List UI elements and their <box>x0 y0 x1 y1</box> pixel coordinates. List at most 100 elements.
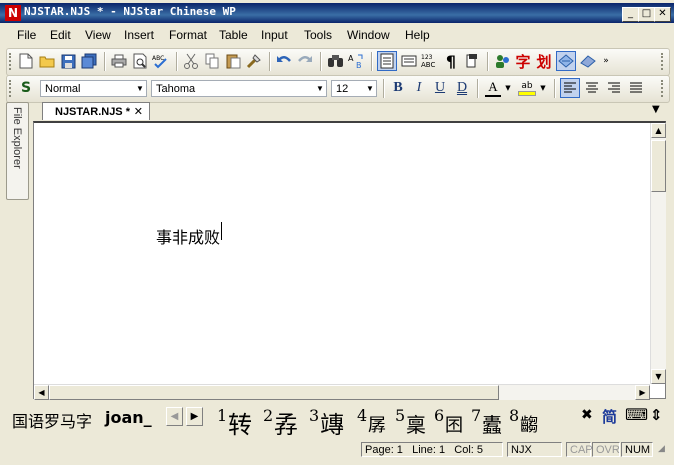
align-right-icon[interactable] <box>605 79 623 97</box>
caps-status: CAP <box>566 442 593 457</box>
style-select[interactable]: Normal ▼ <box>40 80 147 97</box>
maximize-button[interactable]: □ <box>638 7 655 22</box>
menu-format[interactable]: Format <box>169 28 207 42</box>
undo-icon[interactable] <box>275 52 293 70</box>
tab-njstar-njs[interactable]: NJSTAR.NJS * ✕ <box>42 102 150 120</box>
redo-icon[interactable] <box>296 52 314 70</box>
character-icon[interactable]: 字 <box>514 52 532 71</box>
app-icon[interactable]: N <box>5 5 21 21</box>
menu-input[interactable]: Input <box>261 28 288 42</box>
menu-file[interactable]: File <box>17 28 36 42</box>
paragraph-marks-icon[interactable]: ¶ <box>442 52 460 71</box>
menu-view[interactable]: View <box>85 28 111 42</box>
tab-list-dropdown-icon[interactable]: ▼ <box>652 104 660 115</box>
toolbar-grip[interactable] <box>9 53 14 70</box>
normal-view-icon[interactable] <box>400 52 418 70</box>
format-toolbar-grip-right[interactable] <box>661 80 666 97</box>
menu-insert[interactable]: Insert <box>124 28 154 42</box>
candidate-char: 囨 <box>445 415 463 436</box>
copy-icon[interactable] <box>203 52 221 70</box>
outline-view-icon[interactable] <box>463 52 481 70</box>
scroll-down-icon[interactable]: ▼ <box>651 369 666 384</box>
resize-grip-icon[interactable]: ◢ <box>658 444 670 456</box>
candidate-number: 2 <box>263 406 274 425</box>
eraser-icon[interactable] <box>579 52 597 70</box>
ime-close-icon[interactable]: ✖ <box>581 407 593 423</box>
stroke-icon[interactable]: 划 <box>535 52 553 71</box>
find-binoculars-icon[interactable] <box>326 52 344 70</box>
print-preview-icon[interactable] <box>131 52 149 70</box>
menu-edit[interactable]: Edit <box>50 28 71 42</box>
candidate-number: 4 <box>357 406 368 425</box>
pinyin-input[interactable]: joan_ <box>105 408 152 427</box>
new-document-icon[interactable] <box>17 52 35 70</box>
chevron-down-icon[interactable]: ▼ <box>134 81 146 96</box>
candidate-char: 齺 <box>520 415 538 436</box>
close-button[interactable]: ✕ <box>654 7 671 22</box>
candidate-next-icon[interactable]: ▶ <box>186 407 203 426</box>
document-editor[interactable]: 事非成败 <box>33 121 666 399</box>
align-center-icon[interactable] <box>583 79 601 97</box>
format-painter-icon[interactable] <box>245 52 263 70</box>
menu-table[interactable]: Table <box>219 28 248 42</box>
code-view-icon[interactable]: 123 ABC <box>421 52 439 70</box>
page-view-icon[interactable] <box>377 51 397 71</box>
cut-icon[interactable] <box>182 52 200 70</box>
document-tab-bar: NJSTAR.NJS * ✕ ▼ <box>32 101 668 121</box>
ime-toggle-icon[interactable]: ⇕ <box>650 406 663 424</box>
contacts-icon[interactable] <box>493 52 511 70</box>
replace-icon[interactable]: AB <box>347 52 365 70</box>
chevron-down-icon[interactable]: ▼ <box>364 81 376 96</box>
close-icon[interactable]: ✕ <box>134 103 143 121</box>
input-method-name[interactable]: 国语罗马字 <box>12 408 92 432</box>
italic-button[interactable]: I <box>410 79 428 97</box>
document-text[interactable]: 事非成败 <box>156 224 220 248</box>
font-color-button[interactable]: A <box>484 79 502 97</box>
keyboard-icon[interactable]: ⌨ <box>625 405 648 424</box>
paste-icon[interactable] <box>224 52 242 70</box>
font-size-select[interactable]: 12 ▼ <box>331 80 377 97</box>
input-mode-icon[interactable] <box>556 51 576 71</box>
styles-icon[interactable]: S <box>17 79 35 97</box>
menu-tools[interactable]: Tools <box>304 28 332 42</box>
scroll-up-icon[interactable]: ▲ <box>651 123 666 138</box>
chevron-down-icon[interactable]: ▼ <box>314 81 326 96</box>
scroll-left-icon[interactable]: ◀ <box>34 385 49 400</box>
highlight-button[interactable]: ab <box>518 79 536 97</box>
save-icon[interactable] <box>59 52 77 70</box>
formatting-toolbar: S Normal ▼ Tahoma ▼ 12 ▼ B I U D A ▼ ab … <box>6 75 670 103</box>
font-select[interactable]: Tahoma ▼ <box>151 80 327 97</box>
candidate-number: 3 <box>309 406 320 425</box>
horizontal-scroll-thumb[interactable] <box>49 385 499 400</box>
chevron-down-icon[interactable]: ▼ <box>503 79 513 97</box>
bold-button[interactable]: B <box>389 79 407 97</box>
horizontal-scrollbar[interactable]: ◀ ▶ <box>34 384 650 400</box>
chevron-down-icon[interactable]: ▼ <box>538 79 548 97</box>
standard-toolbar: ABC AB 123 ABC ¶ 字 划 » <box>6 48 670 76</box>
toolbar-overflow-icon[interactable]: » <box>601 52 611 70</box>
simplified-toggle[interactable]: 简 <box>602 406 617 427</box>
align-left-icon[interactable] <box>560 78 580 98</box>
candidate-char: 孨 <box>274 411 298 439</box>
toolbar-grip-right[interactable] <box>661 53 666 70</box>
spell-check-icon[interactable]: ABC <box>152 52 170 70</box>
file-explorer-tab[interactable]: File Explorer <box>6 102 29 200</box>
format-toolbar-grip[interactable] <box>9 80 14 97</box>
candidate-prev-icon[interactable]: ◀ <box>166 407 183 426</box>
line-status: Line: 1 <box>412 444 446 456</box>
vertical-scrollbar[interactable]: ▲ ▼ <box>650 123 666 384</box>
scroll-right-icon[interactable]: ▶ <box>635 385 650 400</box>
minimize-button[interactable]: _ <box>622 7 639 22</box>
window-title: NJSTAR.NJS * - NJStar Chinese WP <box>24 5 236 18</box>
menu-window[interactable]: Window <box>347 28 390 42</box>
underline-button[interactable]: U <box>431 79 449 97</box>
svg-text:ABC: ABC <box>152 55 164 62</box>
scroll-thumb[interactable] <box>651 140 666 192</box>
candidate-number: 7 <box>471 406 482 425</box>
open-folder-icon[interactable] <box>38 52 56 70</box>
double-underline-button[interactable]: D <box>453 79 471 97</box>
menu-help[interactable]: Help <box>405 28 430 42</box>
print-icon[interactable] <box>110 52 128 70</box>
save-all-icon[interactable] <box>80 52 98 70</box>
justify-icon[interactable] <box>627 79 645 97</box>
